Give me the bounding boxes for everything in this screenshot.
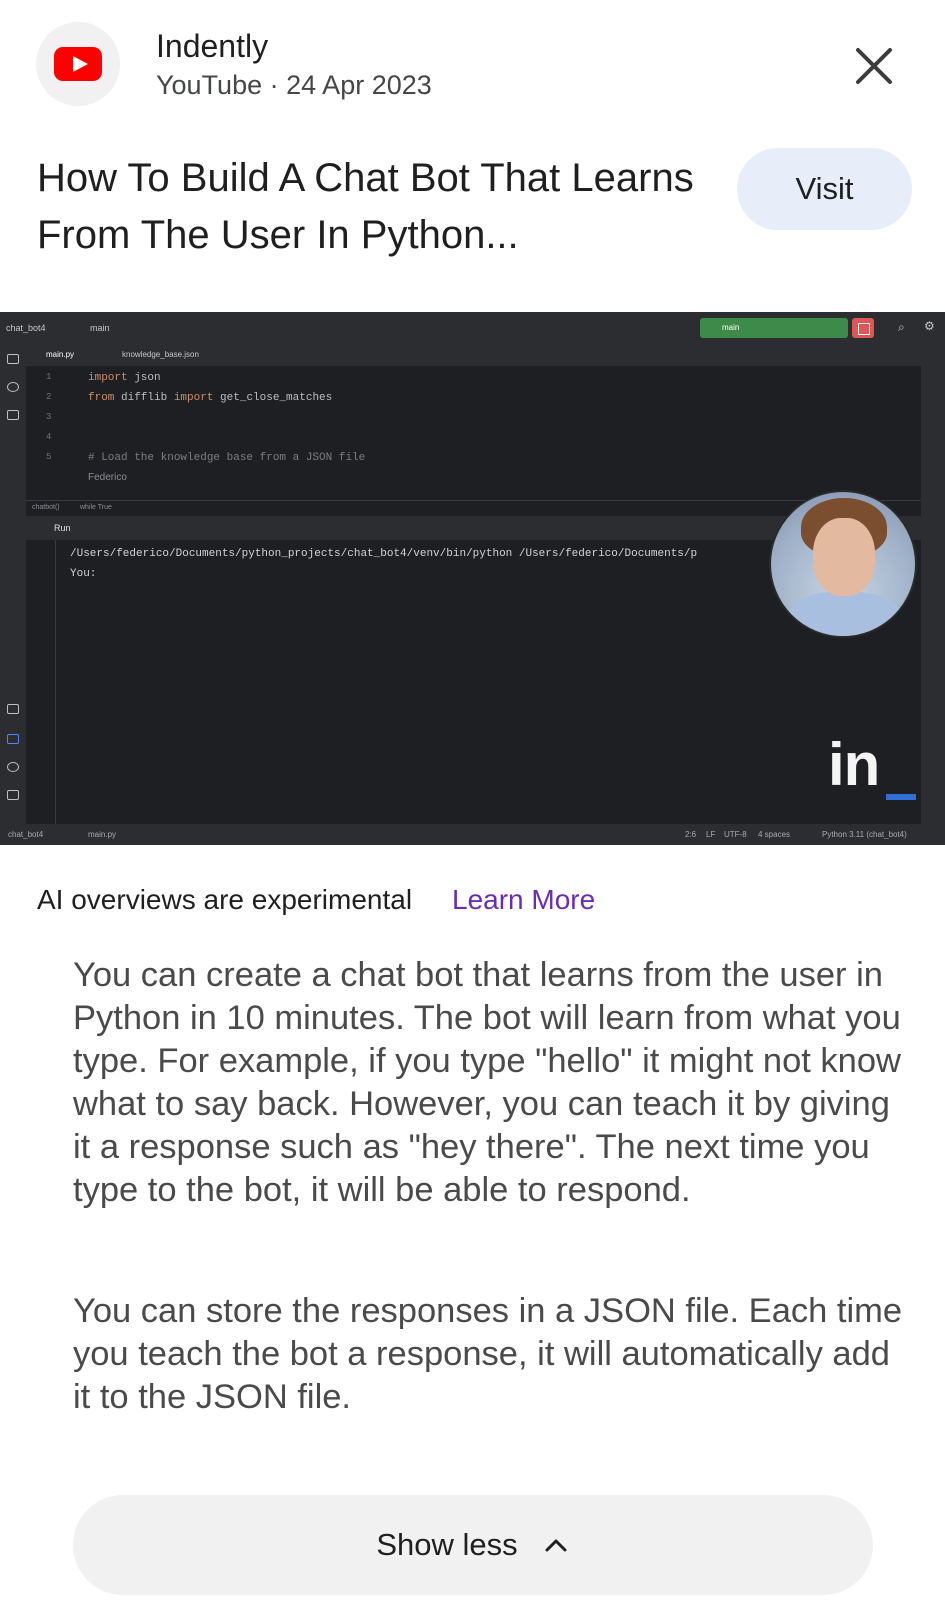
close-icon[interactable] (850, 42, 898, 90)
presenter-webcam (769, 490, 917, 638)
line-number: 1 (46, 372, 52, 382)
code-line: from difflib import get_close_matches (88, 392, 333, 404)
meta-separator: · (269, 70, 279, 100)
result-header: Indently YouTube · 24 Apr 2023 How To Bu… (0, 0, 945, 300)
run-config: main (700, 318, 848, 338)
console-prompt: You: (70, 568, 97, 580)
tab-knowledge-base: knowledge_base.json (122, 350, 199, 359)
run-tab: Run (54, 523, 71, 533)
code-comment: # Load the knowledge base from a JSON fi… (88, 452, 366, 464)
video-thumbnail[interactable]: chat_bot4 main main ⌕ ⚙ main.py knowledg… (0, 312, 945, 845)
channel-avatar[interactable] (36, 22, 120, 106)
publish-date: 24 Apr 2023 (286, 70, 432, 100)
learn-more-link[interactable]: Learn More (452, 884, 595, 916)
video-title[interactable]: How To Build A Chat Bot That Learns From… (37, 150, 707, 264)
code-breadcrumb: chatbot() while True (26, 500, 921, 516)
project-name: chat_bot4 (6, 323, 46, 333)
code-line: import json (88, 372, 161, 384)
console-command: /Users/federico/Documents/python_project… (70, 548, 698, 560)
show-less-label: Show less (376, 1527, 518, 1562)
gear-icon: ⚙ (924, 319, 935, 333)
ide-toolbar: chat_bot4 main main ⌕ ⚙ (0, 312, 945, 344)
line-number: 5 (46, 452, 52, 462)
chevron-up-icon (545, 1539, 567, 1552)
search-icon: ⌕ (898, 320, 905, 334)
channel-name[interactable]: Indently (156, 28, 268, 65)
indently-logo: in (828, 731, 880, 798)
overview-paragraph-2: You can store the responses in a JSON fi… (73, 1292, 903, 1416)
youtube-logo-icon (54, 47, 102, 81)
editor-tabs: main.py knowledge_base.json (26, 344, 921, 366)
ai-overview-notice: AI overviews are experimental (37, 884, 413, 915)
stop-icon (852, 318, 874, 338)
ide-left-toolbar (0, 344, 26, 824)
run-branch: main (722, 323, 740, 332)
line-number: 2 (46, 392, 52, 402)
line-number: 3 (46, 412, 52, 422)
ide-status-bar: chat_bot4 main.py 2:6 LF UTF-8 4 spaces … (0, 824, 945, 845)
source-name: YouTube (156, 70, 263, 100)
line-number: 4 (46, 432, 52, 442)
code-editor: 1 import json 2 from difflib import get_… (26, 366, 921, 500)
indently-logo-underscore (886, 794, 916, 800)
visit-button[interactable]: Visit (737, 148, 912, 230)
overview-paragraph-1: You can create a chat bot that learns fr… (73, 956, 901, 1209)
source-meta: YouTube · 24 Apr 2023 (156, 70, 432, 101)
branch-name: main (90, 323, 110, 333)
tab-main-py: main.py (46, 350, 75, 359)
show-less-button[interactable]: Show less (73, 1495, 873, 1595)
ide-right-toolbar (921, 344, 945, 824)
code-author: Federico (88, 472, 127, 483)
